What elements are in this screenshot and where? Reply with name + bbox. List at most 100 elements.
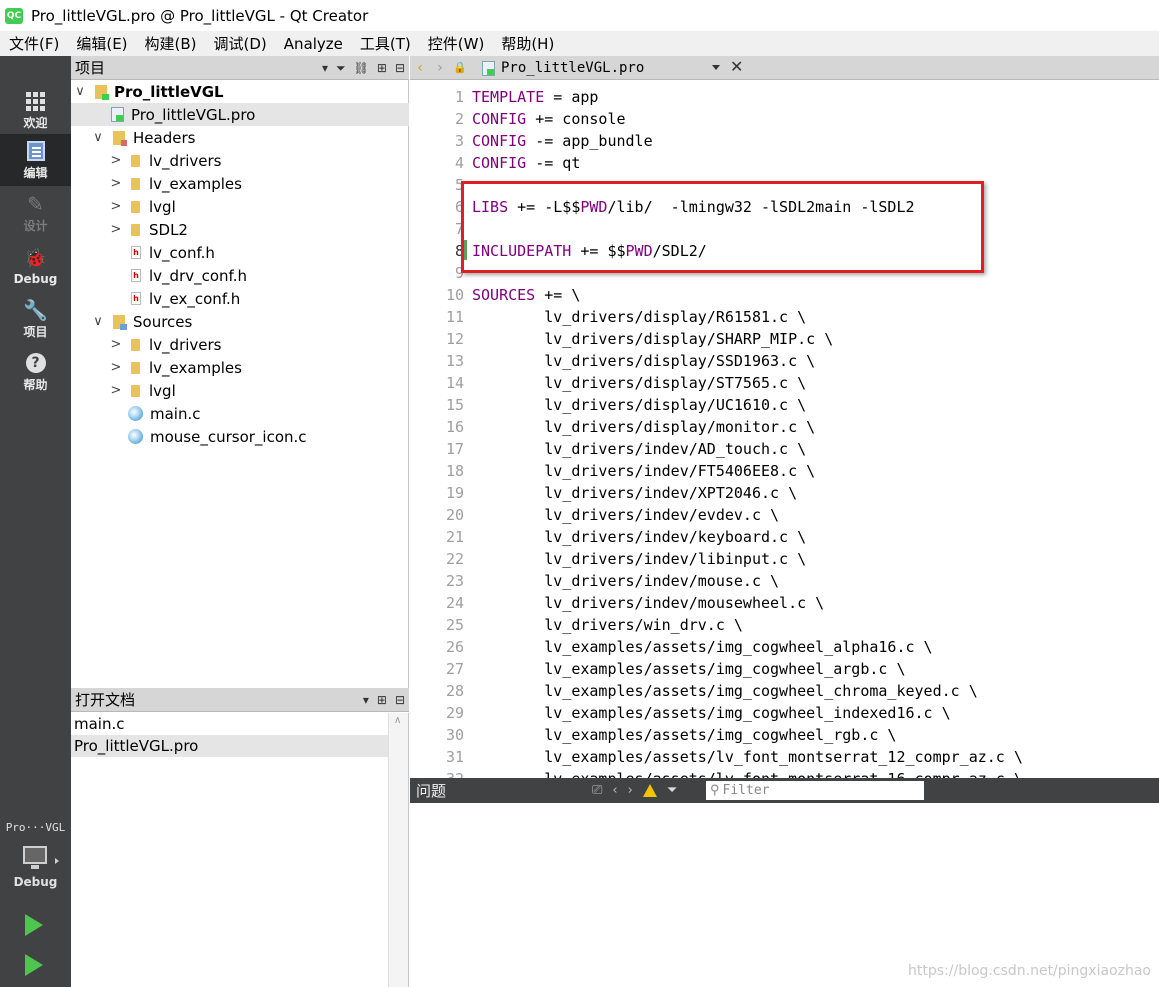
chevron-down-icon[interactable]: [712, 65, 720, 70]
line-number: 18: [445, 462, 464, 480]
code-line: lv_drivers/indev/evdev.c \: [472, 504, 779, 526]
view-dropdown-icon[interactable]: ▾: [363, 693, 369, 707]
tree-item-sources-lv-examples[interactable]: > lv_examples: [71, 356, 409, 379]
mode-projects[interactable]: 🔧 项目: [0, 293, 71, 345]
chevron-right-icon[interactable]: >: [109, 199, 123, 214]
line-number: 4: [454, 154, 464, 172]
tree-item-mouse-cursor-icon-c[interactable]: mouse_cursor_icon.c: [71, 425, 409, 448]
run-button[interactable]: [25, 914, 43, 936]
warning-filter-icon[interactable]: [642, 784, 657, 797]
open-doc-pro-file[interactable]: Pro_littleVGL.pro: [71, 735, 388, 757]
code-line: lv_drivers/indev/libinput.c \: [472, 548, 806, 570]
chevron-right-icon[interactable]: >: [109, 153, 123, 168]
tree-item-lv-conf-h[interactable]: h lv_conf.h: [71, 241, 409, 264]
code-line: SOURCES += \: [472, 284, 580, 306]
open-documents-title: 打开文档: [75, 691, 136, 709]
tree-item-headers-lvgl[interactable]: > lvgl: [71, 195, 409, 218]
tree-item-main-c[interactable]: main.c: [71, 402, 409, 425]
menu-window[interactable]: 控件(W): [419, 33, 493, 54]
menu-help[interactable]: 帮助(H): [492, 33, 562, 54]
code-line: lv_drivers/display/R61581.c \: [472, 306, 806, 328]
folder-icon: [131, 154, 140, 167]
open-doc-main-c[interactable]: main.c: [71, 713, 388, 735]
code-line: lv_drivers/indev/FT5406EE8.c \: [472, 460, 815, 482]
clear-issues-icon[interactable]: ⎚: [592, 783, 602, 798]
close-pane-icon[interactable]: ⊟: [395, 693, 405, 707]
line-number: 11: [445, 308, 464, 326]
close-pane-icon[interactable]: ⊟: [395, 61, 405, 75]
open-documents-scrollbar[interactable]: ∧: [388, 713, 408, 987]
headers-folder-icon: [113, 130, 127, 146]
tree-item-sources-lv-drivers[interactable]: > lv_drivers: [71, 333, 409, 356]
mode-projects-label: 项目: [23, 325, 48, 339]
issues-filter-input[interactable]: ⚲ Filter: [706, 781, 924, 800]
code-text: /SDL2/: [652, 242, 707, 260]
code-editor[interactable]: TEMPLATE = app CONFIG += console CONFIG -=…: [467, 80, 1159, 778]
sync-link-icon[interactable]: ⛓: [354, 61, 369, 75]
go-forward-icon[interactable]: ›: [430, 60, 450, 76]
menu-edit[interactable]: 编辑(E): [67, 33, 135, 54]
code-text: += -L$$: [508, 198, 581, 216]
tree-item-sources-lvgl[interactable]: > lvgl: [71, 379, 409, 402]
mode-design[interactable]: ✎ 设计: [0, 187, 71, 239]
code-text: lv_drivers/display/monitor.c \: [472, 418, 816, 436]
chevron-down-icon[interactable]: ∨: [91, 130, 105, 145]
header-file-icon: h: [131, 292, 141, 305]
code-text: lv_drivers/display/R61581.c \: [472, 308, 807, 326]
chevron-down-icon[interactable]: ∨: [73, 84, 87, 99]
bug-icon: 🐞: [24, 248, 47, 269]
menu-tools[interactable]: 工具(T): [351, 33, 419, 54]
folder-icon: [131, 338, 140, 351]
chevron-right-icon[interactable]: >: [109, 337, 123, 352]
line-number: 30: [445, 726, 464, 744]
mode-edit[interactable]: 编辑: [0, 134, 71, 186]
mode-welcome[interactable]: 欢迎: [0, 84, 71, 136]
chevron-right-icon[interactable]: >: [109, 222, 123, 237]
tree-item-label: Headers: [133, 128, 196, 147]
pro-file-icon: [482, 60, 495, 76]
split-pane-icon[interactable]: ⊞: [377, 693, 387, 707]
mode-help[interactable]: ? 帮助: [0, 346, 71, 398]
menu-analyze[interactable]: Analyze: [275, 35, 351, 53]
run-debug-button[interactable]: [25, 954, 43, 976]
view-dropdown-icon[interactable]: ▾: [322, 61, 328, 75]
open-documents-list: main.c Pro_littleVGL.pro ∧: [71, 713, 409, 987]
window-title: Pro_littleVGL.pro @ Pro_littleVGL - Qt C…: [31, 6, 369, 25]
tree-item-headers[interactable]: ∨ Headers: [71, 126, 409, 149]
code-line: INCLUDEPATH += $$PWD/SDL2/: [472, 240, 707, 262]
wrench-icon: 🔧: [23, 298, 48, 322]
chevron-right-icon[interactable]: >: [109, 360, 123, 375]
tree-item-headers-lv-drivers[interactable]: > lv_drivers: [71, 149, 409, 172]
issues-title: 问题: [416, 782, 447, 800]
menu-debug[interactable]: 调试(D): [205, 33, 275, 54]
tree-item-headers-sdl2[interactable]: > SDL2: [71, 218, 409, 241]
tree-item-lv-ex-conf-h[interactable]: h lv_ex_conf.h: [71, 287, 409, 310]
line-number: 31: [445, 748, 464, 766]
next-issue-icon[interactable]: ›: [628, 783, 633, 798]
kit-selector-monitor-icon[interactable]: [23, 846, 47, 869]
sources-folder-icon: [113, 314, 127, 330]
previous-issue-icon[interactable]: ‹: [612, 783, 617, 798]
menu-build[interactable]: 构建(B): [136, 33, 205, 54]
chevron-down-icon[interactable]: ∨: [91, 314, 105, 329]
folder-icon: [131, 223, 140, 236]
tree-item-headers-lv-examples[interactable]: > lv_examples: [71, 172, 409, 195]
go-back-icon[interactable]: ‹: [410, 60, 430, 76]
tree-item-pro-file[interactable]: Pro_littleVGL.pro: [71, 103, 409, 126]
filter-funnel-icon[interactable]: ⏷: [667, 783, 677, 798]
scroll-up-icon[interactable]: ∧: [394, 715, 401, 726]
menu-file[interactable]: 文件(F): [0, 33, 67, 54]
chevron-right-icon[interactable]: >: [109, 176, 123, 191]
open-file-combo[interactable]: Pro_littleVGL.pro: [482, 56, 722, 80]
tree-item-sources[interactable]: ∨ Sources: [71, 310, 409, 333]
mode-debug[interactable]: 🐞 Debug: [0, 240, 71, 292]
split-pane-icon[interactable]: ⊞: [377, 61, 387, 75]
tree-item-project-root[interactable]: ∨ Pro_littleVGL: [71, 80, 409, 103]
filter-tree-icon[interactable]: ⏷: [336, 61, 346, 76]
tree-item-lv-drv-conf-h[interactable]: h lv_drv_conf.h: [71, 264, 409, 287]
chevron-right-icon[interactable]: >: [109, 383, 123, 398]
code-text: lv_drivers/display/SHARP_MIP.c \: [472, 330, 834, 348]
folder-icon: [131, 361, 140, 374]
code-text: /lib/ -lmingw32 -lSDL2main -lSDL2: [607, 198, 915, 216]
close-document-icon[interactable]: ✕: [730, 57, 743, 76]
